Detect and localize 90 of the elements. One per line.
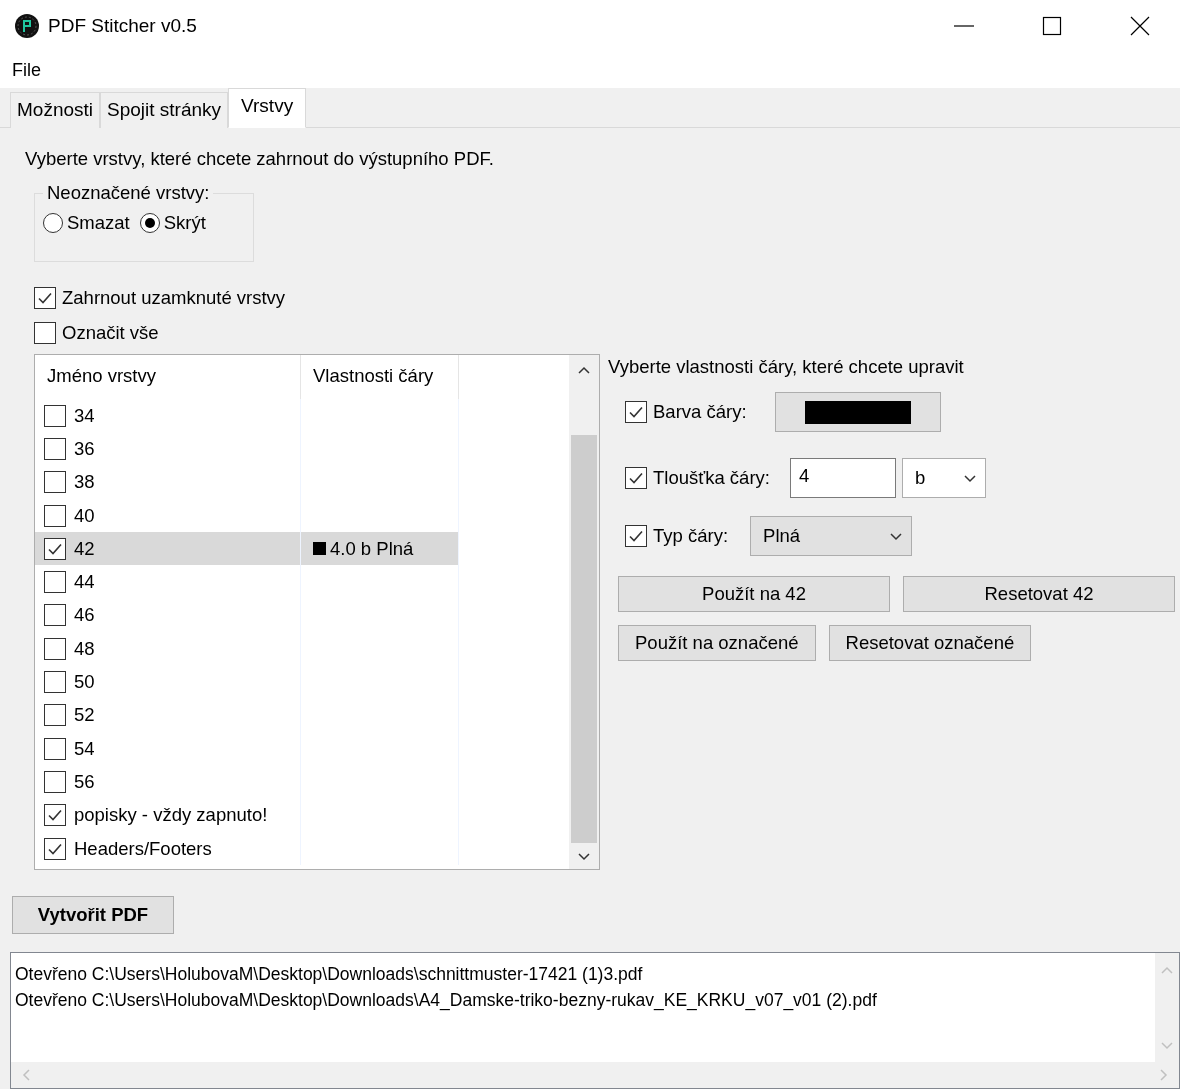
- layer-row[interactable]: 56: [35, 765, 459, 799]
- scrollbar-thumb[interactable]: [571, 435, 597, 843]
- checkbox[interactable]: [34, 286, 56, 309]
- instruction-text: Vyberte vrstvy, které chcete zahrnout do výstupního PDF.: [24, 148, 495, 170]
- group-title: Neoznačené vrstvy:: [46, 182, 211, 204]
- layer-row[interactable]: 44: [35, 565, 459, 599]
- property-label[interactable]: Tloušťka čáry:: [653, 467, 770, 489]
- minimize-icon: [954, 25, 974, 27]
- window-title: PDF Stitcher v0.5: [48, 15, 198, 37]
- layer-name: 44: [74, 571, 95, 594]
- log-line: Otevřeno C:\Users\HolubovaM\Desktop\Downloads\A4_Damske-triko-bezny-rukav_KE_KRKU_v07_v01 (2).pdf: [15, 989, 878, 1013]
- layer-name: 48: [74, 637, 95, 660]
- checkbox[interactable]: [44, 471, 66, 494]
- layer-row[interactable]: 42 4.0 b Plná: [35, 532, 459, 566]
- column-header[interactable]: Jméno vrstvy: [35, 355, 301, 399]
- layer-name: Headers/Footers: [74, 837, 212, 860]
- radio-label[interactable]: Smazat: [67, 212, 130, 234]
- checkbox[interactable]: [44, 770, 66, 793]
- line-properties: 4.0 b Plná: [330, 537, 414, 560]
- checkbox[interactable]: [44, 404, 66, 427]
- input-field[interactable]: 4: [789, 458, 896, 498]
- checkbox[interactable]: [44, 804, 66, 827]
- property-label[interactable]: Barva čáry:: [653, 401, 747, 423]
- tab[interactable]: Vrstvy: [228, 88, 307, 128]
- checkbox[interactable]: [44, 637, 66, 660]
- checkbox[interactable]: [44, 437, 66, 460]
- checkbox-label[interactable]: Označit vše: [62, 321, 159, 344]
- checkmark-icon: [48, 542, 62, 555]
- checkbox[interactable]: [44, 571, 66, 594]
- checkmark-icon: [629, 472, 643, 484]
- layer-row[interactable]: 36: [35, 432, 459, 466]
- scrollbar[interactable]: [569, 355, 599, 869]
- action-button[interactable]: Resetovat 42: [903, 576, 1175, 612]
- checkmark-icon: [629, 406, 643, 418]
- checkmark-icon: [629, 530, 643, 542]
- layer-name: 52: [74, 704, 95, 727]
- layer-row[interactable]: 54: [35, 731, 459, 766]
- layer-name: 54: [74, 737, 95, 760]
- line-type-dropdown[interactable]: Plná: [750, 516, 913, 556]
- layer-name: popisky - vždy zapnuto!: [74, 804, 268, 827]
- checkmark-icon: [38, 291, 52, 304]
- checkbox[interactable]: [44, 704, 66, 727]
- tab[interactable]: Spojit stránky: [100, 92, 229, 128]
- layer-row[interactable]: 48: [35, 632, 459, 666]
- layer-row[interactable]: 38: [35, 465, 459, 499]
- layer-name: 46: [74, 604, 95, 627]
- action-button[interactable]: Použít na označené: [618, 625, 816, 661]
- menu-item[interactable]: File: [12, 59, 41, 81]
- column-header[interactable]: Vlastnosti čáry: [301, 355, 459, 399]
- app-logo-icon: [14, 13, 40, 39]
- action-button[interactable]: Resetovat označené: [828, 625, 1032, 661]
- tab[interactable]: Možnosti: [10, 92, 101, 128]
- checkbox[interactable]: [625, 401, 647, 423]
- layer-name: 42: [74, 537, 95, 560]
- layer-row[interactable]: 34: [35, 399, 459, 433]
- checkbox[interactable]: [44, 837, 66, 860]
- log-line: Otevřeno C:\Users\HolubovaM\Desktop\Downloads\schnittmuster-17421 (1)3.pdf: [15, 963, 644, 986]
- checkmark-icon: [48, 809, 62, 822]
- layer-name: 56: [74, 770, 95, 793]
- checkbox[interactable]: [44, 504, 66, 527]
- layer-row[interactable]: popisky - vždy zapnuto!: [35, 798, 459, 832]
- checkmark-icon: [48, 842, 62, 855]
- checkbox[interactable]: [625, 525, 647, 547]
- layer-name: 34: [74, 404, 95, 427]
- layer-name: 36: [74, 437, 95, 460]
- section-title: Vyberte vlastnosti čáry, které chcete upravit: [608, 356, 965, 378]
- close-icon: [1130, 16, 1150, 36]
- unit-dropdown[interactable]: b: [901, 458, 986, 498]
- radio-button[interactable]: [139, 213, 160, 233]
- checkbox[interactable]: [44, 737, 66, 760]
- layer-row[interactable]: Headers/Footers: [35, 831, 459, 866]
- color-button[interactable]: [774, 392, 941, 432]
- checkbox-label[interactable]: Zahrnout uzamknuté vrstvy: [62, 286, 286, 309]
- checkbox[interactable]: [44, 537, 66, 560]
- checkbox[interactable]: [34, 321, 56, 344]
- create-pdf-button[interactable]: Vytvořit PDF: [12, 896, 174, 934]
- layer-row[interactable]: 52: [35, 698, 459, 732]
- action-button[interactable]: Použít na 42: [618, 576, 890, 612]
- layer-row[interactable]: 50: [35, 665, 459, 699]
- maximize-icon: [1042, 16, 1062, 36]
- layer-row[interactable]: 46: [35, 598, 459, 633]
- layer-name: 50: [74, 671, 95, 693]
- checkbox[interactable]: [44, 604, 66, 627]
- layer-name: 38: [74, 471, 95, 494]
- radio-label[interactable]: Skrýt: [163, 212, 206, 234]
- checkbox[interactable]: [625, 467, 647, 489]
- checkbox[interactable]: [44, 671, 66, 693]
- radio-button[interactable]: [43, 213, 63, 233]
- property-label[interactable]: Typ čáry:: [653, 525, 729, 547]
- layer-name: 40: [74, 504, 95, 527]
